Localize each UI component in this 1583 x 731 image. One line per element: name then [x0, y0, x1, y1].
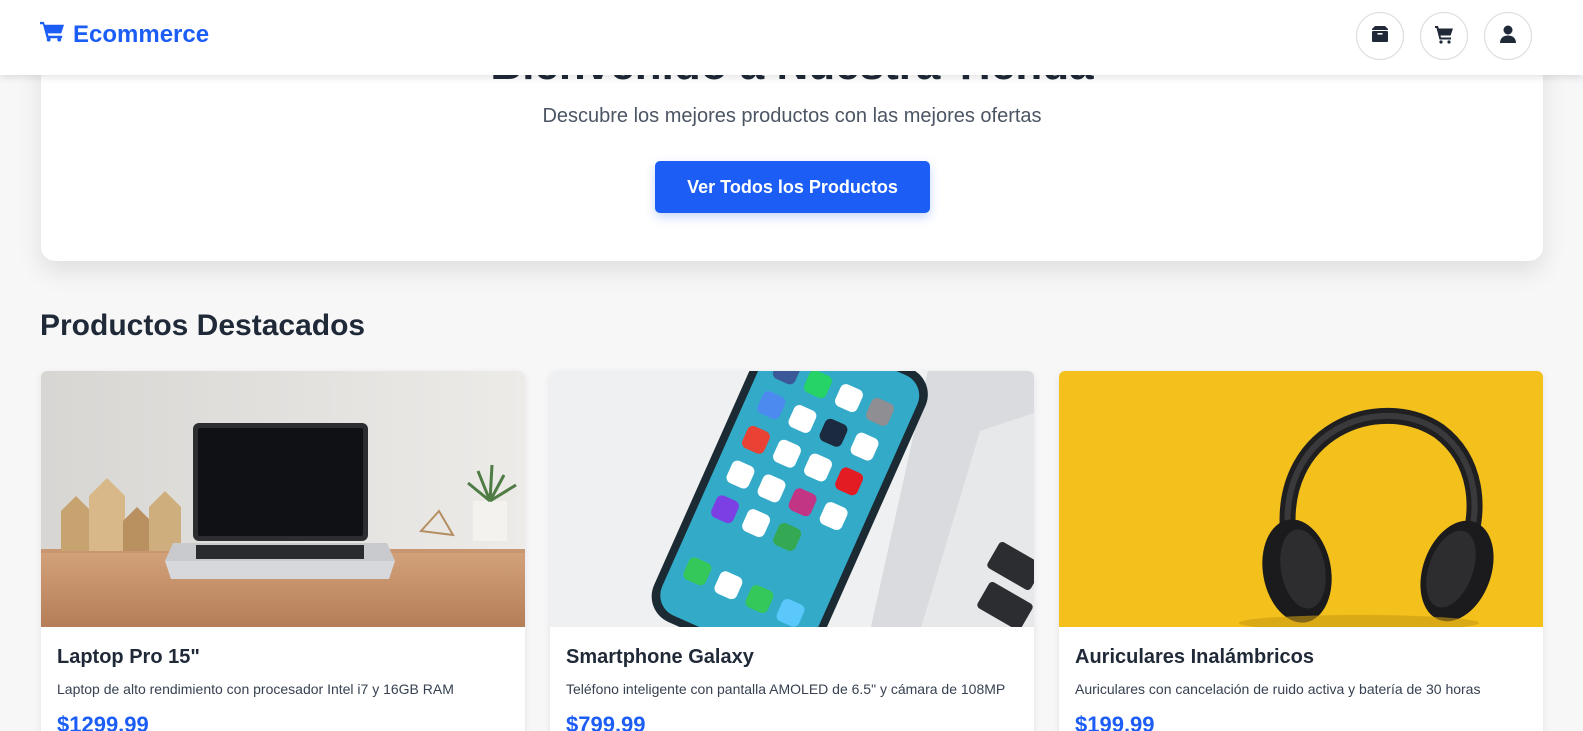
product-description: Auriculares con cancelación de ruido act…	[1075, 681, 1481, 697]
user-icon	[1498, 24, 1518, 49]
hero-subtitle: Descubre los mejores productos con las m…	[542, 105, 1042, 127]
featured-products-heading: Productos Destacados	[40, 309, 366, 342]
product-price: $199.99	[1075, 712, 1155, 731]
product-price: $799.99	[566, 712, 646, 731]
product-card[interactable]: Laptop Pro 15" Laptop de alto rendimient…	[41, 371, 525, 731]
cart-button[interactable]	[1420, 12, 1468, 60]
view-all-products-button[interactable]: Ver Todos los Productos	[655, 161, 930, 213]
cart-logo-icon	[40, 20, 65, 49]
top-navbar: Ecommerce	[0, 0, 1583, 75]
product-image-smartphone[interactable]	[550, 371, 1034, 627]
product-card[interactable]: Smartphone Galaxy Teléfono inteligente c…	[550, 371, 1034, 731]
products-button[interactable]	[1356, 12, 1404, 60]
product-image-laptop[interactable]	[41, 371, 525, 627]
account-button[interactable]	[1484, 12, 1532, 60]
product-description: Teléfono inteligente con pantalla AMOLED…	[566, 681, 1006, 697]
product-image-headphones[interactable]	[1059, 371, 1543, 627]
cart-icon	[1434, 24, 1454, 49]
box-icon	[1370, 24, 1390, 49]
product-name[interactable]: Smartphone Galaxy	[566, 646, 754, 669]
product-price: $1299.99	[57, 712, 149, 731]
product-name[interactable]: Auriculares Inalámbricos	[1075, 646, 1314, 669]
product-name[interactable]: Laptop Pro 15"	[57, 646, 200, 669]
product-card[interactable]: Auriculares Inalámbricos Auriculares con…	[1059, 371, 1543, 731]
product-description: Laptop de alto rendimiento con procesado…	[57, 681, 454, 697]
brand-name: Ecommerce	[73, 20, 210, 48]
brand-logo[interactable]: Ecommerce	[40, 20, 209, 49]
